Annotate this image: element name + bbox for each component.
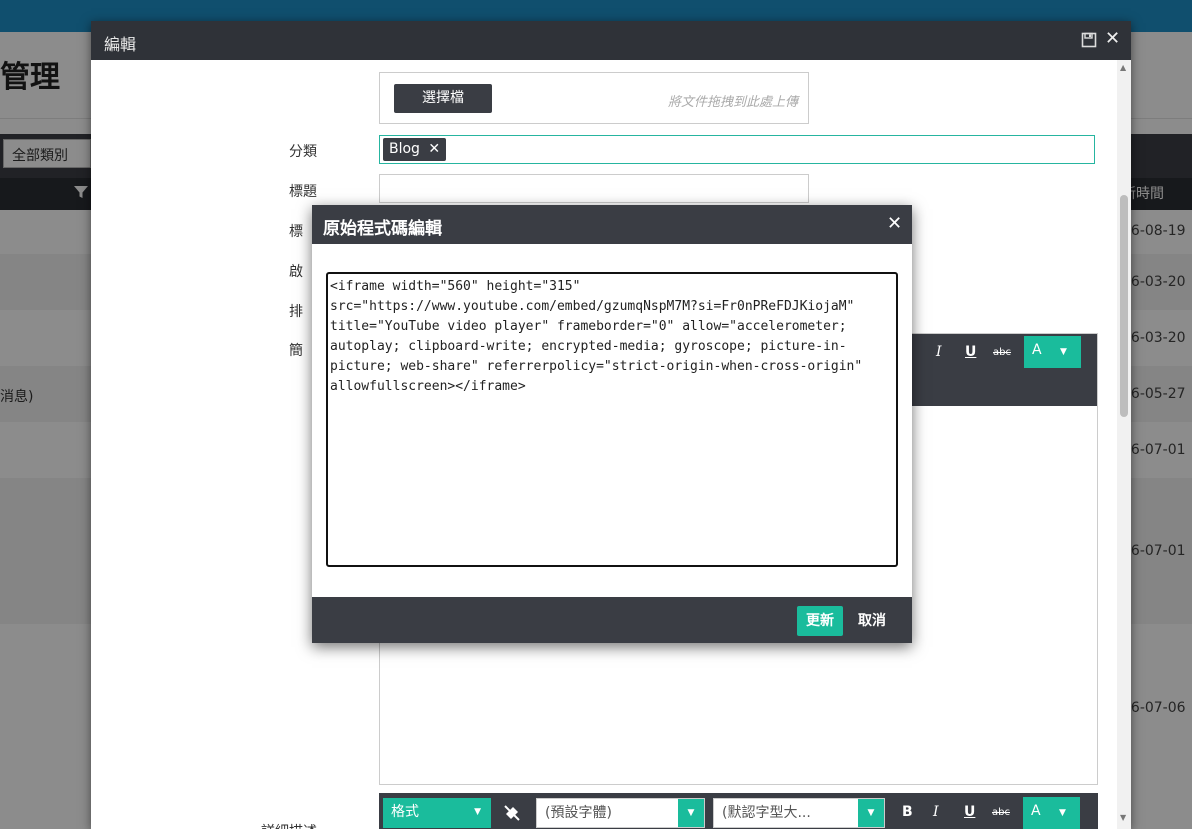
text-color-label: A: [1032, 342, 1042, 358]
title-input[interactable]: [379, 174, 809, 203]
underline-button[interactable]: U: [964, 804, 975, 820]
text-color-button[interactable]: A ▼: [1024, 336, 1081, 368]
clear-format-icon[interactable]: [503, 804, 521, 826]
remove-tag-icon[interactable]: ✕: [428, 141, 440, 157]
summary-label: 簡: [289, 343, 303, 359]
bold-button[interactable]: B: [902, 804, 913, 820]
font-family-dropdown[interactable]: (預設字體) ▼: [536, 798, 705, 828]
strikethrough-button[interactable]: abc: [992, 807, 1010, 818]
format-dropdown-label: 格式: [391, 804, 419, 820]
scrollbar-thumb[interactable]: [1120, 195, 1128, 417]
enabled-label: 啟: [289, 264, 303, 280]
choose-file-button[interactable]: 選擇檔: [394, 84, 492, 113]
source-dialog-header: 原始程式碼編輯 ✕: [312, 205, 912, 244]
upload-hint: 將文件拖拽到此處上傳: [667, 95, 798, 110]
close-icon[interactable]: ✕: [1105, 28, 1120, 49]
tags-label: 標: [289, 224, 303, 240]
underline-button[interactable]: U: [965, 344, 976, 360]
text-color-button[interactable]: A ▼: [1023, 797, 1080, 829]
title-label: 標題: [289, 184, 317, 200]
category-tag: Blog ✕: [383, 138, 447, 161]
sort-label: 排: [289, 304, 303, 320]
detail-label: 詳細描述: [261, 821, 317, 829]
text-color-label: A: [1031, 803, 1041, 819]
detail-editor-toolbar: 格式 ▼ (預設字體) ▼ (默認字型大... ▼ B I U abc A ▼: [379, 793, 1098, 829]
source-dialog-footer: 更新 取消: [312, 597, 912, 643]
source-dialog-title: 原始程式碼編輯: [323, 219, 442, 239]
scrollbar[interactable]: ▲ ▼: [1117, 60, 1131, 829]
file-dropzone[interactable]: 選擇檔 將文件拖拽到此處上傳: [379, 72, 809, 124]
scroll-down-icon[interactable]: ▼: [1120, 813, 1126, 822]
category-label: 分類: [289, 144, 317, 160]
format-dropdown[interactable]: 格式 ▼: [383, 798, 491, 828]
cancel-button[interactable]: 取消: [852, 606, 892, 636]
save-icon[interactable]: [1081, 32, 1097, 48]
font-family-label: (預設字體): [545, 805, 612, 821]
edit-dialog-header: 編輯 ✕: [91, 21, 1131, 60]
strikethrough-button[interactable]: abc: [993, 347, 1011, 358]
chevron-down-icon: ▼: [474, 807, 481, 817]
category-field[interactable]: Blog ✕: [379, 135, 1095, 164]
source-code-dialog: 原始程式碼編輯 ✕ <iframe width="560" height="31…: [312, 205, 912, 643]
chevron-down-icon: ▼: [1060, 347, 1067, 357]
category-tag-label: Blog: [389, 141, 420, 157]
chevron-down-icon: ▼: [858, 799, 884, 827]
edit-dialog-title: 編輯: [104, 35, 137, 54]
scroll-up-icon[interactable]: ▲: [1120, 63, 1126, 72]
italic-button[interactable]: I: [933, 804, 939, 820]
source-code-textarea[interactable]: <iframe width="560" height="315" src="ht…: [326, 272, 898, 567]
chevron-down-icon: ▼: [1059, 808, 1066, 818]
close-icon[interactable]: ✕: [887, 213, 902, 234]
chevron-down-icon: ▼: [678, 799, 704, 827]
italic-button[interactable]: I: [936, 344, 942, 360]
update-button[interactable]: 更新: [797, 606, 843, 636]
font-size-dropdown[interactable]: (默認字型大... ▼: [713, 798, 885, 828]
font-size-label: (默認字型大...: [722, 805, 811, 821]
